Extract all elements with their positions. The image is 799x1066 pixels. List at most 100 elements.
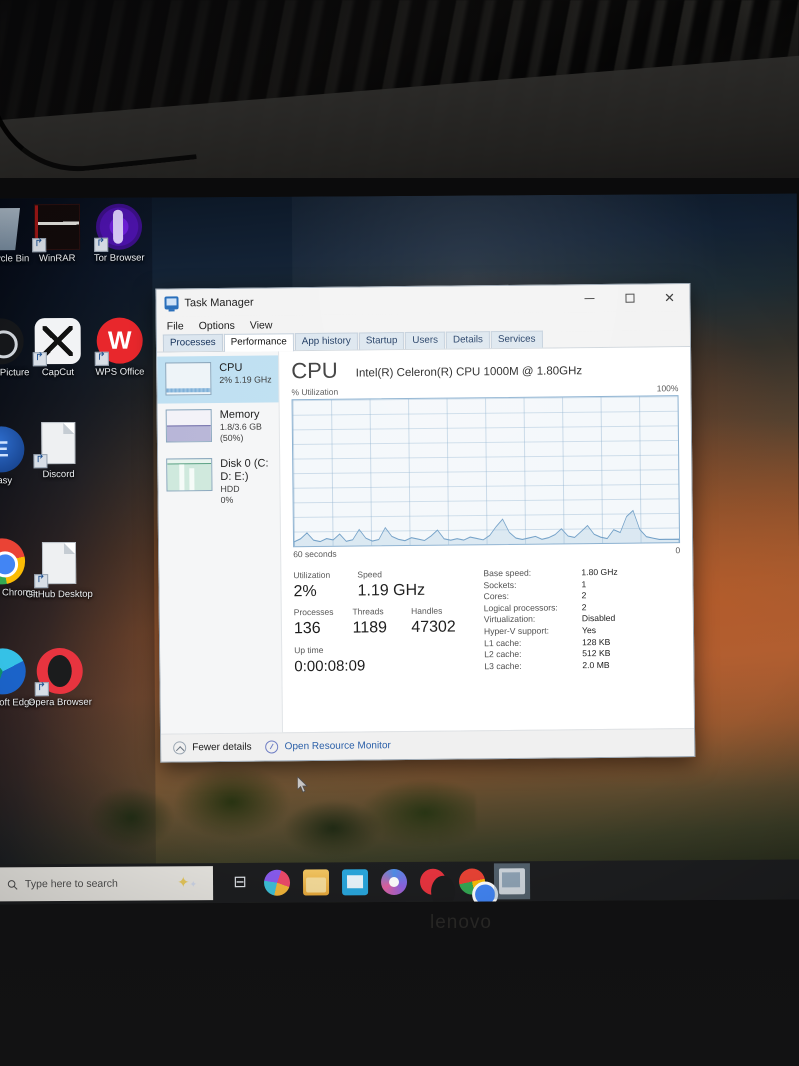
- desktop-icon-discord[interactable]: Discord: [20, 420, 96, 480]
- search-placeholder: Type here to search: [25, 877, 118, 891]
- stat-caption: Utilization: [293, 569, 331, 581]
- sidebar-item-detail: HDD: [220, 483, 240, 494]
- spec-key: L2 cache:: [484, 648, 522, 660]
- sidebar-item-cpu[interactable]: CPU 2% 1.19 GHz: [157, 355, 279, 404]
- menu-item-file[interactable]: File: [167, 320, 184, 332]
- stats-row-3: Up time 0:00:08:09: [294, 642, 470, 677]
- desktop-icon-tor-browser[interactable]: Tor Browser: [81, 203, 157, 264]
- spec-key: Base speed:: [483, 567, 532, 579]
- cpu-utilization-plot: [293, 509, 680, 547]
- stat-value: 47302: [411, 618, 456, 636]
- stats-primary: Utilization 2% Speed 1.19 GHz Processes …: [293, 567, 470, 677]
- spec-key: Cores:: [483, 591, 509, 602]
- task-manager-window[interactable]: Task Manager ✕ File Options View Process…: [155, 283, 696, 763]
- desktop-icon-github-desktop[interactable]: GitHub Desktop: [21, 540, 97, 600]
- spec-key: L3 cache:: [484, 660, 522, 671]
- graph-max-label: 100%: [656, 383, 679, 394]
- laptop-brand-logo: lenovo: [430, 912, 492, 933]
- spec-value: 2.0 MB: [582, 659, 610, 670]
- spec-key: Hyper-V support:: [483, 625, 549, 637]
- tab-startup[interactable]: Startup: [358, 332, 405, 350]
- spec-row: L3 cache: 2.0 MB: [484, 659, 681, 673]
- stat-speed: Speed 1.19 GHz: [357, 568, 437, 602]
- task-view-icon[interactable]: ⊟: [224, 867, 256, 899]
- movies-tv-icon[interactable]: [380, 868, 408, 896]
- stats-area: Utilization 2% Speed 1.19 GHz Processes …: [293, 565, 681, 677]
- fewer-details-label: Fewer details: [192, 741, 252, 754]
- performance-panel: CPU Intel(R) Celeron(R) CPU 1000M @ 1.80…: [279, 347, 694, 732]
- panel-header: CPU Intel(R) Celeron(R) CPU 1000M @ 1.80…: [291, 355, 678, 383]
- desktop-icon-opera-browser[interactable]: Opera Browser: [22, 647, 98, 708]
- opera-icon: [34, 647, 83, 697]
- window-body: CPU 2% 1.19 GHz Memory 1.8/3.6 GB (50%): [157, 347, 695, 734]
- taskbar[interactable]: Type here to search ✦✦ ⊟: [0, 859, 799, 905]
- task-manager-icon: [164, 296, 179, 310]
- tab-performance[interactable]: Performance: [223, 333, 294, 352]
- tab-details[interactable]: Details: [445, 331, 491, 349]
- minimize-button[interactable]: [569, 285, 609, 312]
- sparkle-icon: ✦✦: [176, 874, 198, 892]
- spec-value: Disabled: [581, 613, 616, 624]
- stats-row-1: Utilization 2% Speed 1.19 GHz: [293, 567, 469, 602]
- page-title: CPU: [291, 357, 338, 384]
- taskbar-opera-icon[interactable]: [419, 868, 447, 895]
- microsoft-store-icon[interactable]: [341, 869, 369, 896]
- wps-office-icon: [94, 317, 143, 366]
- spec-value: 1.80 GHz: [581, 566, 618, 578]
- resource-monitor-icon: [265, 740, 279, 754]
- sidebar-item-label: CPU: [219, 361, 243, 374]
- tab-app-history[interactable]: App history: [294, 332, 358, 351]
- graph-left-label: 60 seconds: [293, 548, 337, 560]
- maximize-button[interactable]: [609, 284, 649, 311]
- fewer-details-button[interactable]: Fewer details: [173, 741, 252, 755]
- spec-value: 2: [581, 590, 587, 601]
- taskbar-task-manager-icon[interactable]: [498, 868, 526, 895]
- menu-item-options[interactable]: Options: [199, 319, 235, 331]
- document-icon: [33, 420, 81, 469]
- sidebar-item-disk[interactable]: Disk 0 (C: D: E:) HDD 0%: [158, 451, 280, 514]
- cpu-model-label: Intel(R) Celeron(R) CPU 1000M @ 1.80GHz: [355, 365, 583, 380]
- tab-services[interactable]: Services: [490, 330, 543, 349]
- stat-value: 1189: [352, 619, 388, 637]
- spec-value: Yes: [581, 625, 597, 636]
- file-explorer-icon[interactable]: [302, 869, 330, 896]
- spec-value: 512 KB: [582, 648, 611, 659]
- cpu-utilization-graph: [291, 395, 681, 548]
- spec-value: 1: [581, 578, 587, 589]
- cpu-thumbnail-graph: [165, 362, 212, 396]
- stat-value: 2%: [293, 582, 317, 601]
- graph-axis-bottom: 60 seconds 0: [293, 545, 680, 559]
- search-input[interactable]: Type here to search ✦✦: [0, 866, 214, 902]
- document-icon: [34, 540, 82, 589]
- close-button[interactable]: ✕: [649, 284, 689, 311]
- graph-title: % Utilization: [291, 386, 339, 398]
- sidebar-item-memory[interactable]: Memory 1.8/3.6 GB (50%): [158, 402, 280, 452]
- window-title: Task Manager: [184, 296, 254, 309]
- stat-caption: Handles: [411, 605, 443, 616]
- chevron-up-icon: [173, 741, 187, 755]
- title-bar[interactable]: Task Manager ✕: [156, 284, 690, 317]
- spec-key: Logical processors:: [483, 602, 558, 613]
- stats-row-2: Processes 136 Threads 1189 Handles 47302: [294, 604, 470, 639]
- tab-processes[interactable]: Processes: [162, 333, 223, 352]
- taskbar-chrome-icon[interactable]: [458, 868, 486, 895]
- spec-value: 2: [581, 601, 587, 612]
- sidebar-item-detail-2: 0%: [220, 494, 234, 505]
- stat-uptime: Up time 0:00:08:09: [294, 643, 444, 678]
- mouse-cursor: [297, 776, 309, 793]
- spec-key: L1 cache:: [484, 637, 522, 648]
- desktop-icon-wps-office[interactable]: WPS Office: [82, 317, 158, 378]
- spec-key: Sockets:: [483, 579, 517, 590]
- menu-item-view[interactable]: View: [250, 319, 273, 331]
- stat-utilization: Utilization 2%: [293, 569, 357, 603]
- tab-users[interactable]: Users: [405, 331, 446, 350]
- resource-monitor-label: Open Resource Monitor: [284, 740, 391, 753]
- cable: [0, 19, 197, 181]
- copilot-icon[interactable]: [263, 869, 291, 896]
- search-icon: [7, 879, 18, 890]
- window-controls: ✕: [569, 284, 689, 312]
- spec-value: 128 KB: [582, 636, 611, 647]
- memory-thumbnail-graph: [165, 409, 212, 443]
- resource-sidebar[interactable]: CPU 2% 1.19 GHz Memory 1.8/3.6 GB (50%): [157, 351, 284, 734]
- open-resource-monitor-link[interactable]: Open Resource Monitor: [265, 739, 391, 754]
